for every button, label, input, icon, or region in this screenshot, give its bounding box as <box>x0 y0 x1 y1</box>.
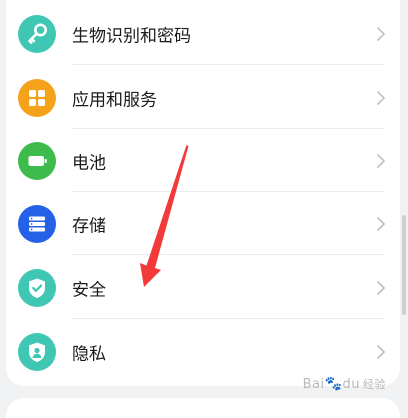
settings-item-privacy[interactable]: 隐私 <box>6 320 400 383</box>
chevron-right-icon <box>377 216 385 231</box>
apps-grid-icon <box>18 78 56 117</box>
storage-icon <box>18 204 56 243</box>
paw-icon: 🐾 <box>324 376 343 392</box>
settings-item-battery[interactable]: 电池 <box>6 129 400 192</box>
chevron-right-icon <box>377 90 385 105</box>
settings-item-label: 存储 <box>72 216 106 236</box>
settings-item-label: 安全 <box>72 280 106 300</box>
settings-item-label: 应用和服务 <box>72 90 157 110</box>
settings-item-label: 电池 <box>72 153 106 173</box>
chevron-right-icon <box>377 153 385 168</box>
settings-item-label: 隐私 <box>72 344 106 364</box>
divider <box>72 64 384 65</box>
scrollbar[interactable] <box>402 215 406 315</box>
settings-item-biometrics-password[interactable]: 生物识别和密码 <box>6 2 400 65</box>
settings-card: 生物识别和密码 应用和服务 电池 存储 安全 隐私 <box>6 0 400 386</box>
key-icon <box>18 14 56 53</box>
chevron-right-icon <box>377 26 385 41</box>
settings-item-label: 生物识别和密码 <box>72 26 191 46</box>
next-settings-card <box>6 398 400 418</box>
settings-item-security[interactable]: 安全 <box>6 256 400 319</box>
settings-item-apps-services[interactable]: 应用和服务 <box>6 66 400 129</box>
chevron-right-icon <box>377 280 385 295</box>
divider <box>72 318 384 319</box>
chevron-right-icon <box>377 344 385 359</box>
baidu-watermark: Bai🐾du 经验 <box>302 376 386 392</box>
privacy-shield-icon <box>18 332 56 371</box>
settings-item-storage[interactable]: 存储 <box>6 192 400 255</box>
divider <box>72 254 384 255</box>
shield-check-icon <box>18 268 56 307</box>
battery-icon <box>18 141 56 180</box>
